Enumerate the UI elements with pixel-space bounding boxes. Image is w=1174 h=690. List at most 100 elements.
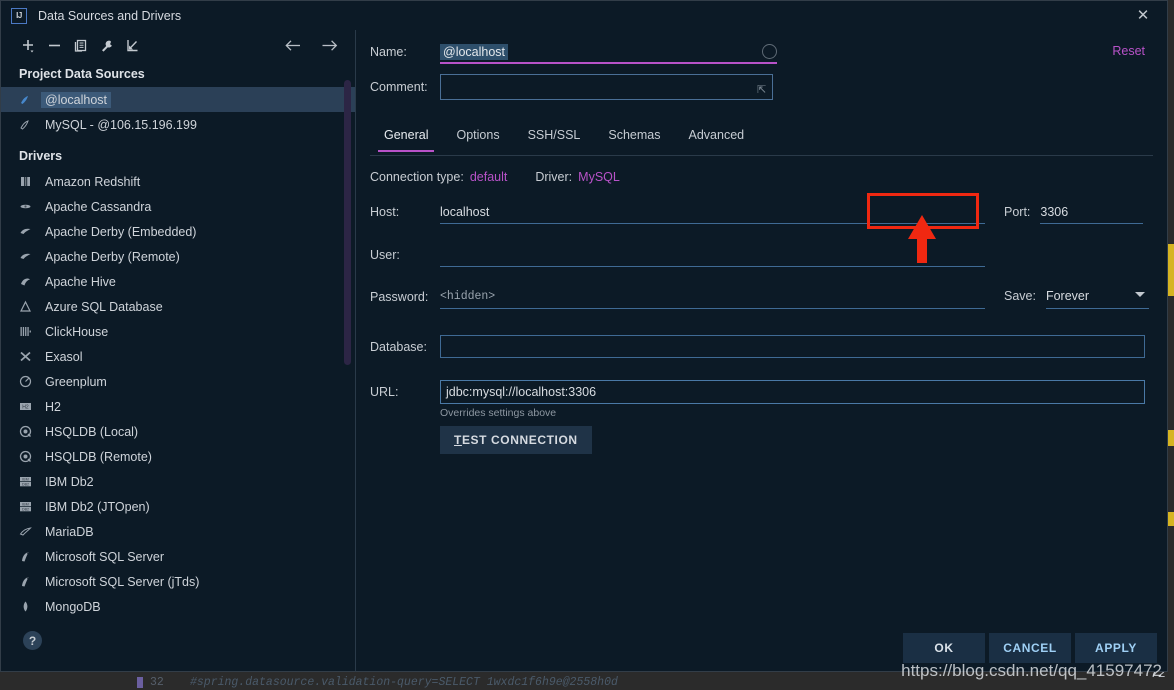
driver-item[interactable]: Apache Derby (Embedded) — [1, 219, 356, 244]
forward-arrow-icon[interactable] — [316, 33, 342, 57]
tab-advanced[interactable]: Advanced — [675, 122, 759, 152]
svg-text:H2: H2 — [22, 404, 29, 410]
driver-item[interactable]: MongoDB — [1, 594, 356, 619]
svg-text:IBM: IBM — [22, 503, 28, 507]
port-input[interactable]: 3306 — [1040, 200, 1143, 224]
cancel-button[interactable]: CANCEL — [989, 633, 1071, 663]
editor-code-line: #spring.datasource.validation-query=SELE… — [190, 676, 618, 689]
hsqldb-icon — [19, 425, 39, 438]
drivers-list[interactable]: Amazon Redshift Apache Cassandra Apache De… — [1, 169, 356, 619]
remove-icon[interactable] — [41, 33, 67, 57]
test-connection-button[interactable]: TEST CONNECTION — [440, 426, 592, 454]
driver-item-label: Apache Hive — [45, 275, 116, 289]
password-input[interactable]: <hidden> — [440, 285, 985, 309]
driver-item[interactable]: IBMDB2 IBM Db2 — [1, 469, 356, 494]
cassandra-icon — [19, 200, 39, 213]
reset-link[interactable]: Reset — [1112, 44, 1145, 58]
settings-panel: Name: @localhost Reset Comment: ⇱ Genera… — [356, 30, 1167, 671]
driver-item[interactable]: Microsoft SQL Server (jTds) — [1, 569, 356, 594]
exasol-icon — [19, 350, 39, 363]
resize-grip-icon[interactable]: ⇱ — [757, 85, 767, 95]
comment-input[interactable]: ⇱ — [440, 74, 773, 100]
database-label: Database: — [370, 340, 440, 354]
save-dropdown[interactable]: Forever — [1046, 283, 1149, 309]
svg-text:DB2: DB2 — [22, 483, 29, 487]
redshift-icon — [19, 175, 39, 188]
sidebar-item-label: @localhost — [41, 92, 111, 108]
url-label: URL: — [370, 385, 440, 399]
ok-button[interactable]: OK — [903, 633, 985, 663]
ibmdb2-icon: IBMDB2 — [19, 475, 39, 488]
azure-icon — [19, 300, 39, 313]
save-label: Save: — [1004, 289, 1036, 303]
driver-item[interactable]: Greenplum — [1, 369, 356, 394]
data-sources-tree[interactable]: Project Data Sources @localhost — [1, 60, 356, 627]
driver-item[interactable]: ClickHouse — [1, 319, 356, 344]
intellij-icon: IJ — [11, 8, 27, 24]
sidebar-panel: Project Data Sources @localhost — [1, 30, 356, 671]
driver-item[interactable]: HSQLDB (Remote) — [1, 444, 356, 469]
driver-item[interactable]: Apache Hive — [1, 269, 356, 294]
user-label: User: — [370, 248, 440, 262]
password-label: Password: — [370, 290, 440, 304]
port-label: Port: — [1004, 205, 1030, 219]
driver-item[interactable]: Exasol — [1, 344, 356, 369]
driver-item[interactable]: HSQLDB (Local) — [1, 419, 356, 444]
editor-line-number: 32 — [150, 676, 164, 689]
driver-value[interactable]: MySQL — [578, 170, 620, 184]
comment-label: Comment: — [370, 80, 440, 94]
driver-item[interactable]: Amazon Redshift — [1, 169, 356, 194]
wrench-icon[interactable] — [93, 33, 119, 57]
color-indicator-icon[interactable] — [762, 44, 777, 59]
password-row: Password: <hidden> — [370, 285, 985, 309]
driver-item[interactable]: Apache Cassandra — [1, 194, 356, 219]
driver-group: Driver: MySQL — [535, 170, 620, 184]
driver-item[interactable]: H2H2 — [1, 394, 356, 419]
host-input[interactable]: localhost — [440, 200, 985, 224]
connection-type-value[interactable]: default — [470, 170, 508, 184]
dialog-footer: OK CANCEL APPLY — [903, 633, 1157, 663]
sidebar-item-mysql-remote[interactable]: MySQL - @106.15.196.199 — [1, 112, 356, 137]
driver-item-label: HSQLDB (Local) — [45, 425, 138, 439]
name-input[interactable]: @localhost — [440, 41, 777, 63]
import-icon[interactable] — [119, 33, 145, 57]
password-input-value: <hidden> — [440, 290, 495, 303]
sidebar-scrollbar[interactable] — [344, 80, 351, 365]
database-input[interactable] — [440, 335, 1145, 358]
driver-item[interactable]: IBMDB2IBM Db2 (JTOpen) — [1, 494, 356, 519]
driver-item-label: Microsoft SQL Server (jTds) — [45, 575, 199, 589]
driver-item[interactable]: Apache Derby (Remote) — [1, 244, 356, 269]
derby-icon — [19, 250, 39, 263]
chevron-down-icon — [1135, 292, 1145, 297]
driver-item[interactable]: Microsoft SQL Server — [1, 544, 356, 569]
sidebar-item-localhost[interactable]: @localhost — [1, 87, 356, 112]
driver-item[interactable]: MariaDB — [1, 519, 356, 544]
clickhouse-icon — [19, 325, 39, 338]
driver-item-label: MongoDB — [45, 600, 101, 614]
port-input-value: 3306 — [1040, 205, 1068, 219]
tab-schemas[interactable]: Schemas — [594, 122, 674, 152]
greenplum-icon — [19, 375, 39, 388]
user-input[interactable] — [440, 243, 985, 267]
driver-item[interactable]: Azure SQL Database — [1, 294, 356, 319]
driver-item-label: IBM Db2 — [45, 475, 94, 489]
sidebar-nav-arrows — [280, 30, 342, 60]
driver-item-label: Amazon Redshift — [45, 175, 140, 189]
host-input-value: localhost — [440, 205, 489, 219]
apply-button[interactable]: APPLY — [1075, 633, 1157, 663]
url-input[interactable]: jdbc:mysql://localhost:3306 — [440, 380, 1145, 404]
svg-text:IBM: IBM — [22, 478, 28, 482]
driver-item-label: Apache Cassandra — [45, 200, 151, 214]
help-button[interactable]: ? — [23, 631, 42, 650]
settings-tabs[interactable]: GeneralOptionsSSH/SSLSchemasAdvanced — [370, 122, 758, 152]
copy-icon[interactable] — [67, 33, 93, 57]
tab-options[interactable]: Options — [442, 122, 513, 152]
tab-general[interactable]: General — [370, 122, 442, 152]
add-icon[interactable] — [15, 33, 41, 57]
svg-text:DB2: DB2 — [22, 508, 29, 512]
save-row: Save: Forever — [1004, 283, 1149, 309]
tab-ssh-ssl[interactable]: SSH/SSL — [514, 122, 595, 152]
data-sources-dialog: IJ Data Sources and Drivers ✕ — [0, 0, 1168, 672]
close-icon[interactable]: ✕ — [1135, 8, 1151, 24]
back-arrow-icon[interactable] — [280, 33, 306, 57]
